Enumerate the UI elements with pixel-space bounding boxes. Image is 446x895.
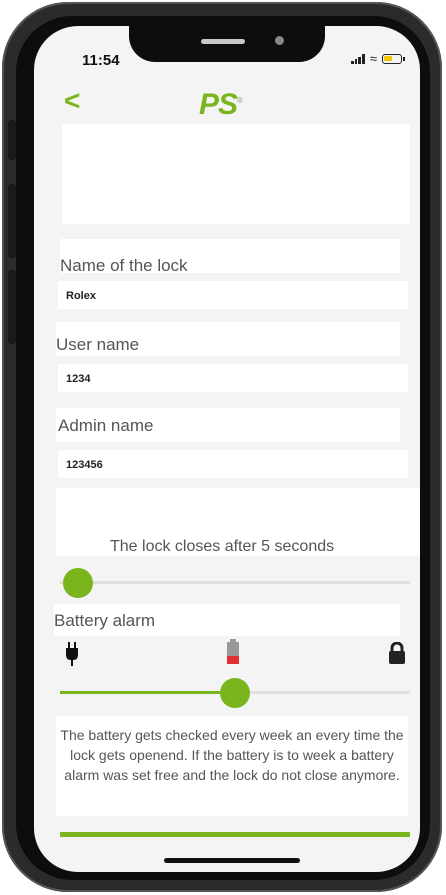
lock-name-label: Name of the lock bbox=[60, 256, 188, 275]
home-indicator[interactable] bbox=[164, 858, 300, 863]
mute-switch bbox=[8, 120, 16, 160]
signal-icon bbox=[350, 53, 365, 64]
app-screen: 11:54 ≈ < PS® Name of the lock Rolex Use… bbox=[34, 26, 420, 872]
battery-info-text: The battery gets checked every week an e… bbox=[56, 716, 408, 816]
logo-mark: ® bbox=[237, 96, 243, 105]
admin-name-input[interactable]: 123456 bbox=[58, 450, 408, 478]
notch bbox=[129, 26, 325, 62]
status-time: 11:54 bbox=[82, 52, 120, 69]
battery-low-icon bbox=[227, 639, 239, 664]
brand-logo: PS® bbox=[199, 88, 243, 122]
battery-alarm-label: Battery alarm bbox=[54, 611, 156, 630]
battery-alarm-slider-thumb[interactable] bbox=[220, 678, 250, 708]
wifi-icon: ≈ bbox=[369, 51, 377, 66]
plug-icon bbox=[66, 642, 78, 666]
volume-up-button bbox=[8, 184, 16, 258]
lock-name-input[interactable]: Rolex bbox=[58, 281, 408, 309]
close-timer-slider-thumb[interactable] bbox=[62, 568, 93, 598]
close-timer-text: The lock closes after 5 seconds bbox=[110, 538, 335, 555]
logo-text: PS bbox=[199, 88, 238, 121]
camera bbox=[275, 36, 284, 45]
close-timer-slider-track bbox=[60, 581, 410, 584]
user-name-label: User name bbox=[56, 335, 140, 354]
volume-down-button bbox=[8, 270, 16, 344]
status-icons: ≈ bbox=[350, 51, 405, 66]
bottom-accent-line bbox=[60, 832, 410, 837]
user-name-input[interactable]: 1234 bbox=[58, 364, 408, 392]
image-placeholder-card bbox=[62, 124, 410, 224]
battery-alarm-slider-fill bbox=[60, 691, 235, 694]
speaker bbox=[201, 39, 245, 44]
admin-name-label: Admin name bbox=[58, 416, 154, 435]
battery-icon bbox=[382, 53, 405, 64]
lock-icon bbox=[389, 642, 405, 664]
back-button[interactable]: < bbox=[64, 87, 80, 115]
